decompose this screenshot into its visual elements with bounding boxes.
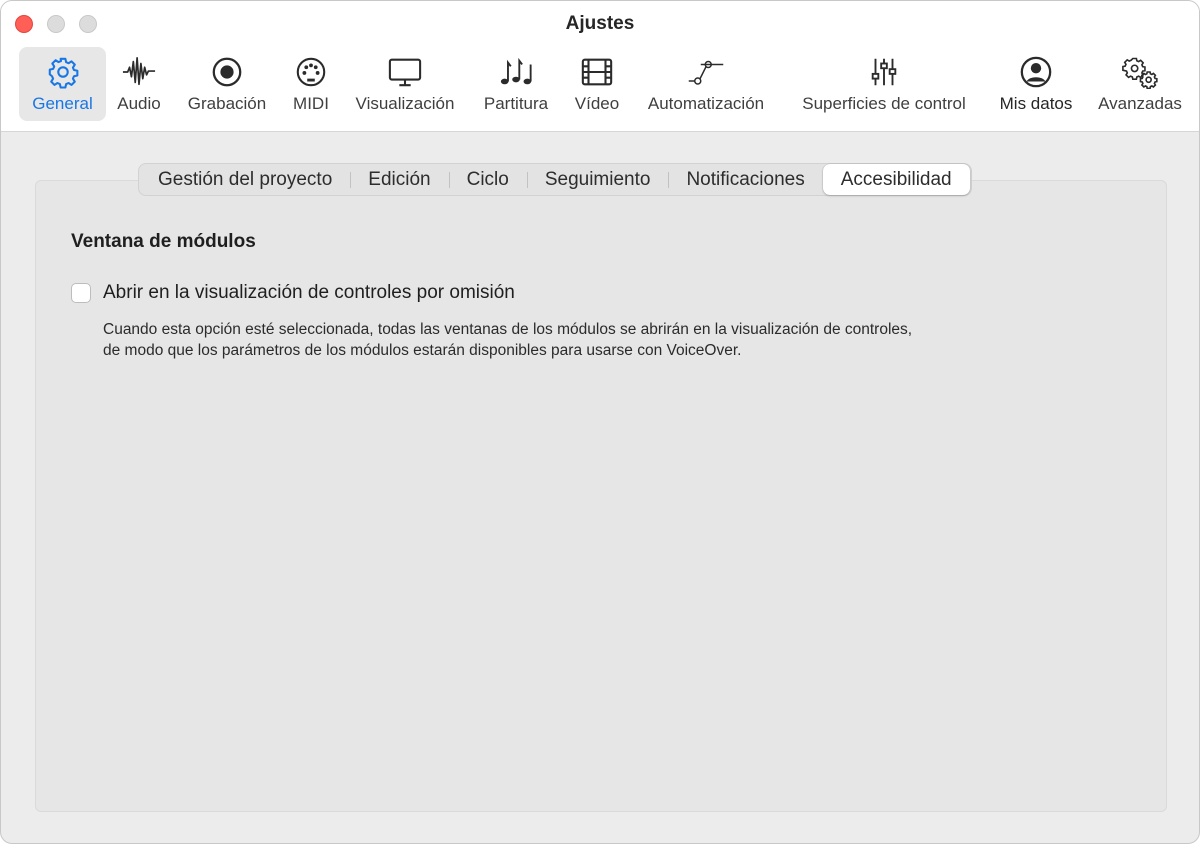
checkbox-label[interactable]: Abrir en la visualización de controles p… <box>103 282 515 304</box>
pane-label: Vídeo <box>574 94 620 113</box>
film-icon <box>577 53 617 91</box>
gears-icon <box>1120 53 1160 91</box>
music-notes-icon <box>496 53 536 91</box>
pane-label: Automatización <box>647 94 765 113</box>
tab-accessibility[interactable]: Accesibilidad <box>822 164 970 195</box>
preferences-window: Ajustes General Audio Grabación MIDI Vis… <box>0 0 1200 844</box>
tab-bar: Gestión del proyecto Edición Ciclo Segui… <box>138 163 972 196</box>
description-line: Cuando esta opción esté seleccionada, to… <box>103 321 913 338</box>
pane-label: Grabación <box>187 94 267 113</box>
pane-label: Visualización <box>355 94 455 113</box>
pane-display[interactable]: Visualización <box>348 47 462 121</box>
pane-my-info[interactable]: Mis datos <box>990 47 1082 121</box>
open-controls-view-checkbox[interactable] <box>71 283 91 303</box>
sliders-icon <box>864 53 904 91</box>
tab-notifications[interactable]: Notificaciones <box>668 164 822 195</box>
pane-label: Mis datos <box>999 94 1073 113</box>
pane-label: MIDI <box>293 94 329 113</box>
pane-control-surfaces[interactable]: Superficies de control <box>788 47 980 121</box>
checkbox-description: Cuando esta opción esté seleccionada, to… <box>103 319 1143 361</box>
pane-midi[interactable]: MIDI <box>286 47 336 121</box>
pane-label: Partitura <box>483 94 549 113</box>
settings-content-panel <box>35 180 1167 812</box>
pane-audio[interactable]: Audio <box>111 47 167 121</box>
toolbar: Ajustes General Audio Grabación MIDI Vis… <box>1 1 1199 132</box>
pane-recording[interactable]: Grabación <box>181 47 273 121</box>
tab-cycle[interactable]: Ciclo <box>448 164 527 195</box>
window-title: Ajustes <box>565 13 635 34</box>
pane-general[interactable]: General <box>19 47 106 121</box>
pane-video[interactable]: Vídeo <box>568 47 626 121</box>
waveform-icon <box>119 53 159 91</box>
tab-project-management[interactable]: Gestión del proyecto <box>140 164 350 195</box>
pane-advanced[interactable]: Avanzadas <box>1094 47 1186 121</box>
record-icon <box>207 53 247 91</box>
tab-tracking[interactable]: Seguimiento <box>526 164 669 195</box>
pane-label: Superficies de control <box>802 94 966 113</box>
pane-automation[interactable]: Automatización <box>639 47 773 121</box>
automation-curve-icon <box>686 53 726 91</box>
pane-label: Audio <box>117 94 161 113</box>
tab-editing[interactable]: Edición <box>350 164 448 195</box>
pane-score[interactable]: Partitura <box>476 47 556 121</box>
section-title: Ventana de módulos <box>71 231 256 252</box>
display-icon <box>385 53 425 91</box>
person-circle-icon <box>1016 53 1056 91</box>
description-line: de modo que los parámetros de los módulo… <box>103 342 742 359</box>
midi-connector-icon <box>291 53 331 91</box>
pane-label: General <box>32 94 93 113</box>
pane-label: Avanzadas <box>1098 94 1182 113</box>
gear-icon <box>43 53 83 91</box>
